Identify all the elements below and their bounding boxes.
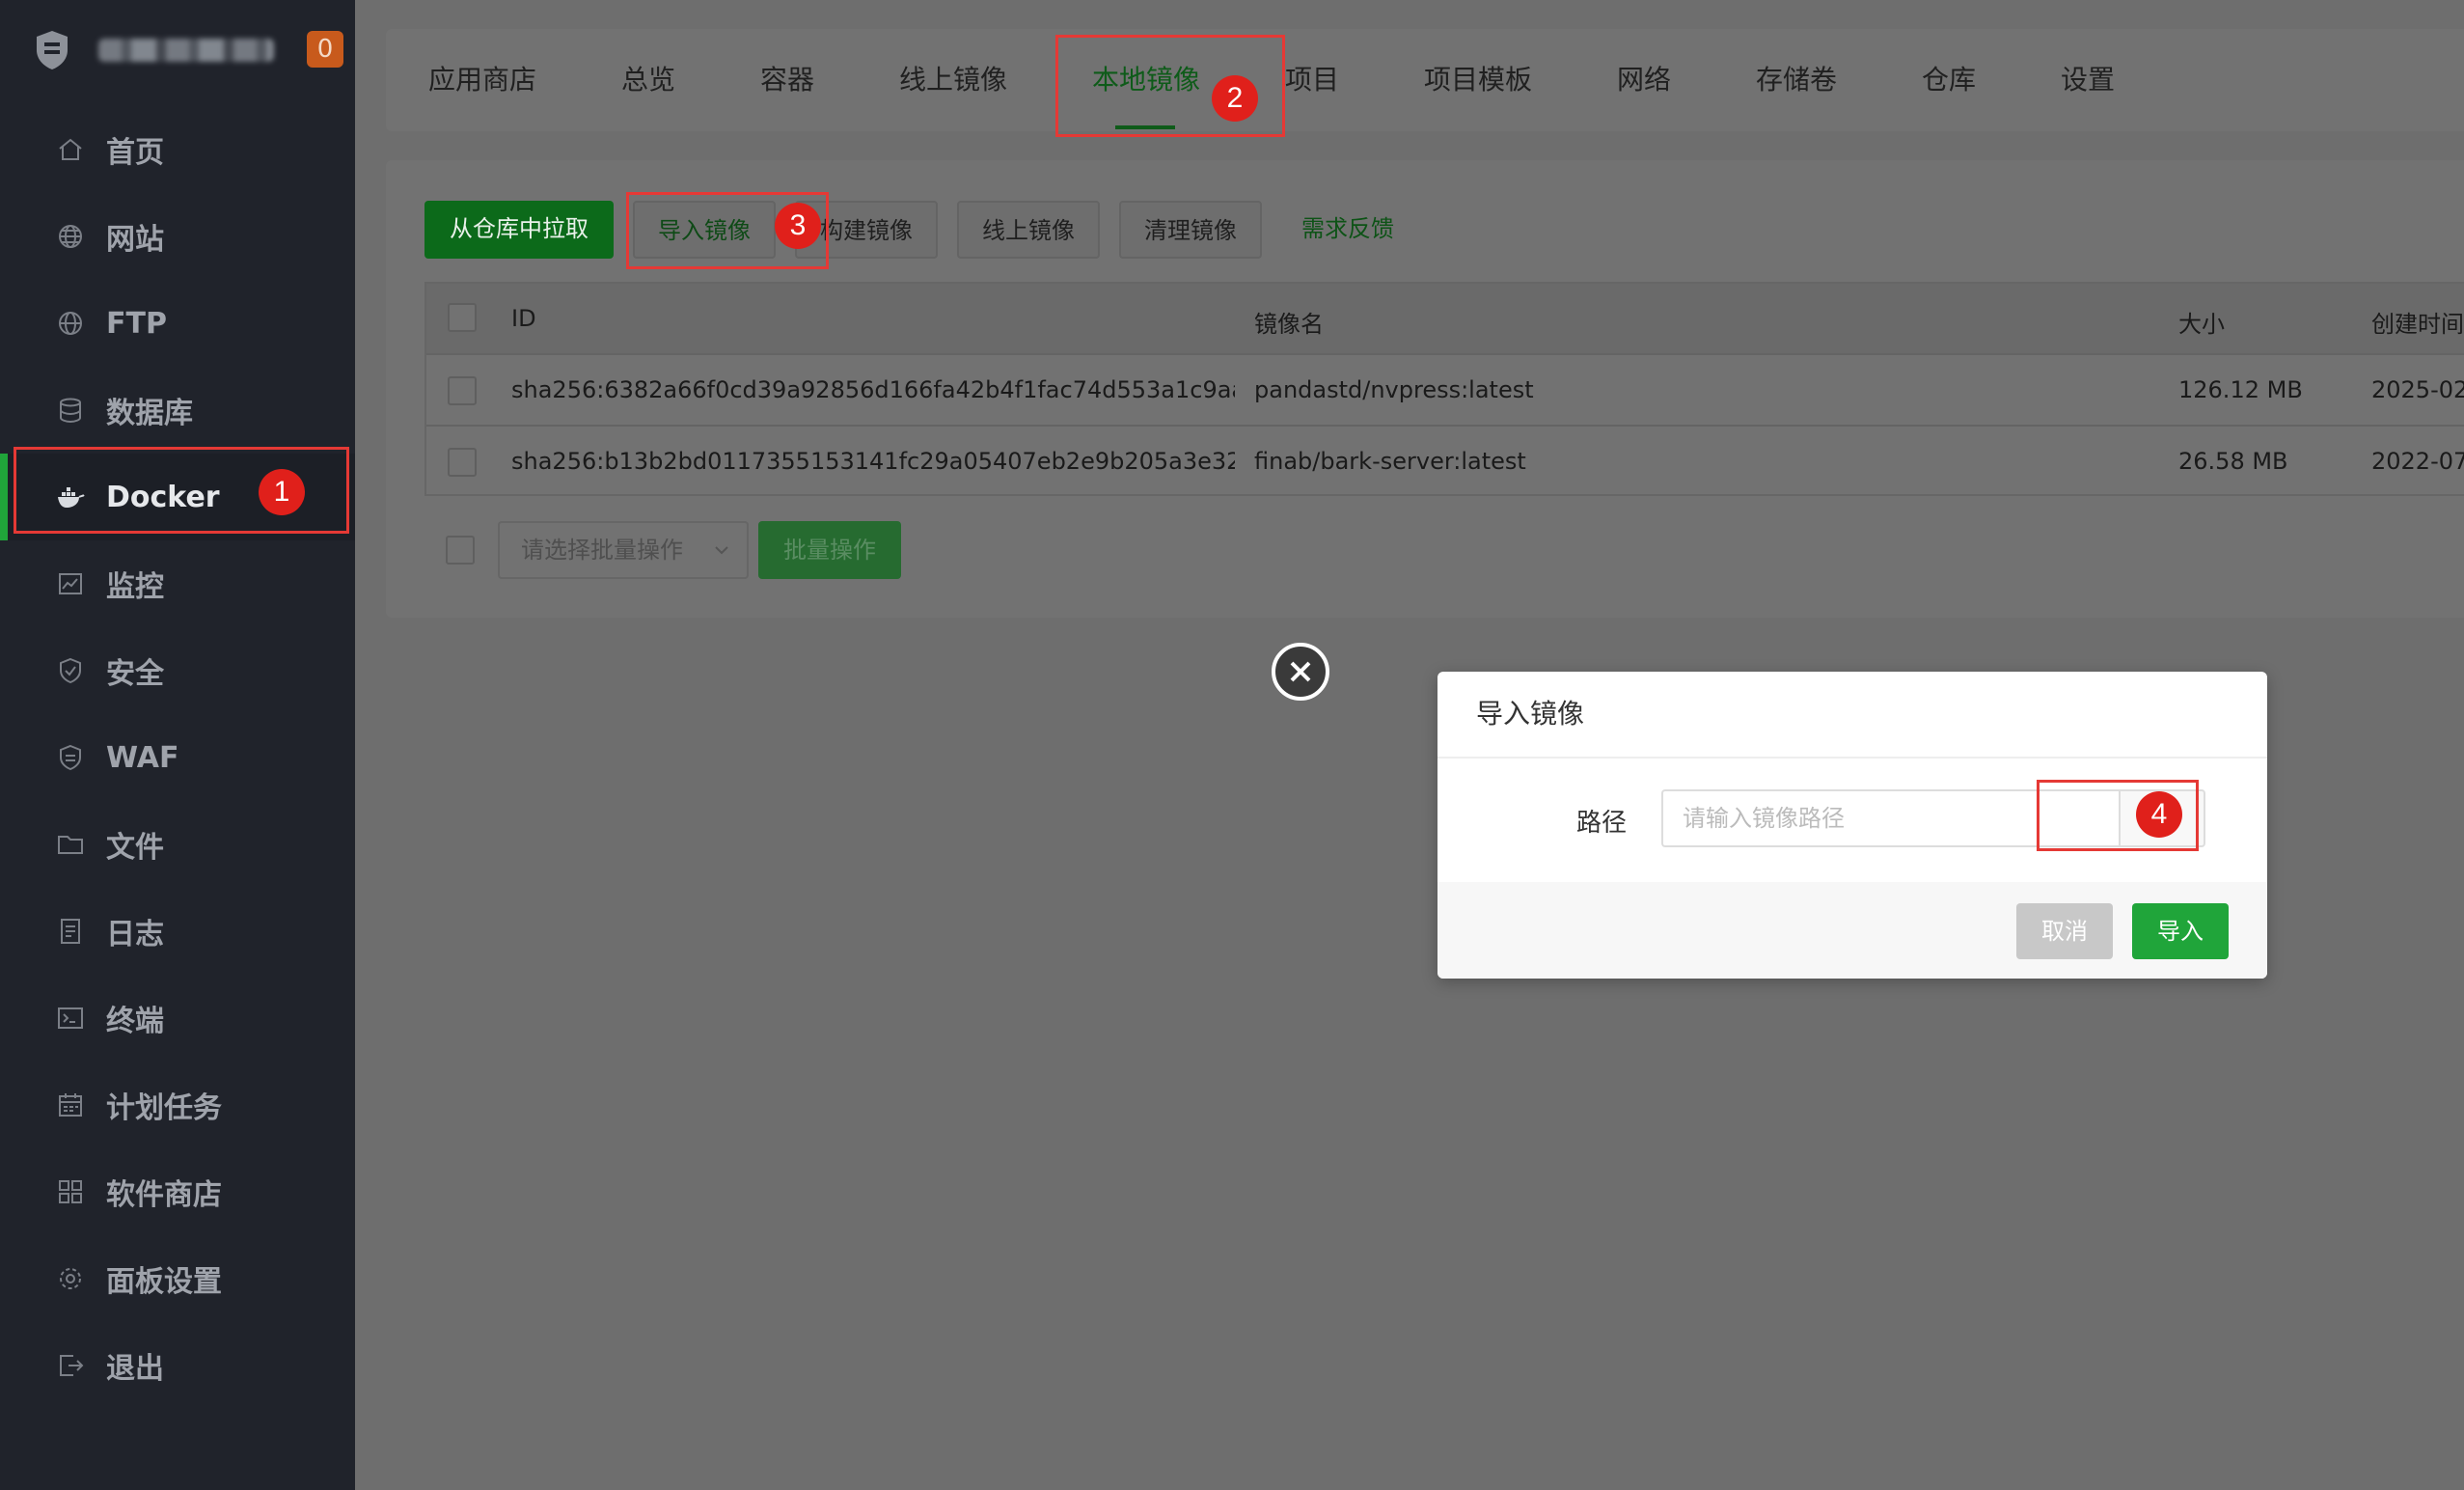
batch-select-checkbox[interactable] (446, 536, 475, 565)
import-image-dialog: 导入镜像 路径 4 取消 导入 (1437, 672, 2267, 979)
home-icon (59, 138, 82, 160)
globe-icon (59, 312, 82, 335)
database-icon (60, 398, 81, 424)
header-id: ID (511, 305, 536, 332)
logo-icon (37, 31, 68, 69)
annotation-marker-2: 2 (1212, 75, 1258, 122)
tab-networks[interactable]: 网络 (1617, 29, 1671, 131)
import-button[interactable]: 导入 (2132, 903, 2229, 959)
tab-registries[interactable]: 仓库 (1922, 29, 1976, 131)
tab-projects[interactable]: 项目 (1285, 29, 1339, 131)
sidebar-item-settings[interactable]: 面板设置 (0, 1235, 355, 1322)
images-table: ID 镜像名 大小 创建时间 sha256:6382a66f0cd39a9285… (424, 282, 2464, 496)
sidebar-item-label: WAF (106, 740, 179, 775)
dialog-title: 导入镜像 (1476, 698, 1585, 730)
sidebar-item-files[interactable]: 文件 (0, 801, 355, 888)
sidebar-item-label: 数据库 (106, 397, 193, 430)
panel-account-name (98, 39, 274, 62)
sidebar-item-logout[interactable]: 退出 (0, 1322, 355, 1409)
sidebar-item-database[interactable]: 数据库 (0, 367, 355, 454)
online-images-button[interactable]: 线上镜像 (957, 201, 1100, 259)
feedback-link[interactable]: 需求反馈 (1275, 201, 1420, 259)
sidebar-item-label: FTP (106, 306, 167, 341)
clean-images-button[interactable]: 清理镜像 (1119, 201, 1262, 259)
dialog-divider (1437, 757, 2267, 759)
logo-row: 0 (0, 0, 355, 100)
sidebar-nav: 首页 网站 FTP 数据库 Docker 监控 安全 WAF 文件 日志 终端 … (0, 106, 355, 1409)
image-created: 2022-07 (2371, 448, 2464, 475)
image-name: finab/bark-server:latest (1254, 448, 1526, 475)
sidebar-item-cron[interactable]: 计划任务 (0, 1062, 355, 1148)
tab-settings[interactable]: 设置 (2061, 29, 2115, 131)
sidebar-item-label: 安全 (106, 657, 164, 691)
annotation-marker-4: 4 (2136, 791, 2182, 838)
sidebar-item-label: 日志 (106, 918, 164, 952)
path-label: 路径 (1576, 809, 1628, 838)
row-checkbox[interactable] (448, 448, 477, 477)
pull-from-registry-button[interactable]: 从仓库中拉取 (424, 201, 614, 259)
tab-online-images[interactable]: 线上镜像 (899, 29, 1007, 131)
tab-volumes[interactable]: 存储卷 (1756, 29, 1837, 131)
sidebar-item-waf[interactable]: WAF (0, 714, 355, 801)
terminal-icon (58, 1007, 83, 1029)
sidebar-item-label: 终端 (106, 1005, 164, 1038)
sidebar-item-monitor[interactable]: 监控 (0, 540, 355, 627)
tab-project-templates[interactable]: 项目模板 (1424, 29, 1532, 131)
sidebar-item-label: 软件商店 (106, 1178, 222, 1212)
image-id: sha256:b13b2bd0117355153141fc29a05407eb2… (511, 448, 1235, 475)
select-all-checkbox[interactable] (448, 303, 477, 332)
chevron-down-icon (715, 546, 728, 555)
folder-icon (58, 836, 83, 854)
image-created: 2025-02 (2371, 376, 2464, 403)
sidebar-item-security[interactable]: 安全 (0, 627, 355, 714)
monitor-icon (59, 573, 82, 594)
notification-badge[interactable]: 0 (307, 31, 343, 68)
header-size: 大小 (2178, 311, 2225, 338)
sidebar: 0 首页 网站 FTP 数据库 Docker 监控 安全 WAF 文件 日志 终… (0, 0, 355, 1490)
header-created-time: 创建时间 (2371, 311, 2464, 338)
table-header: ID 镜像名 大小 创建时间 (426, 284, 2464, 353)
sidebar-item-website[interactable]: 网站 (0, 193, 355, 280)
sidebar-item-label: 网站 (106, 223, 164, 257)
tab-overview[interactable]: 总览 (621, 29, 675, 131)
table-row[interactable]: sha256:b13b2bd0117355153141fc29a05407eb2… (426, 425, 2464, 498)
sidebar-item-home[interactable]: 首页 (0, 106, 355, 193)
sidebar-item-label: 监控 (106, 570, 164, 604)
cancel-button[interactable]: 取消 (2016, 903, 2113, 959)
tab-containers[interactable]: 容器 (760, 29, 814, 131)
gear-icon (60, 1268, 81, 1289)
image-size: 26.58 MB (2178, 448, 2288, 475)
close-dialog-button[interactable] (1272, 643, 1329, 701)
close-icon (1290, 661, 1311, 682)
batch-operation-button[interactable]: 批量操作 (758, 521, 901, 579)
annotation-marker-1: 1 (259, 469, 305, 515)
tab-app-store[interactable]: 应用商店 (428, 29, 536, 131)
sidebar-item-ftp[interactable]: FTP (0, 280, 355, 367)
sidebar-item-label: 计划任务 (106, 1091, 222, 1125)
row-checkbox[interactable] (448, 376, 477, 405)
grid-icon (59, 1180, 82, 1203)
sidebar-item-label: 首页 (106, 136, 164, 170)
logout-icon (60, 1355, 84, 1376)
image-size: 126.12 MB (2178, 376, 2303, 403)
batch-operation-select[interactable]: 请选择批量操作 (498, 521, 749, 579)
sidebar-item-logs[interactable]: 日志 (0, 888, 355, 975)
image-name: pandastd/nvpress:latest (1254, 376, 1534, 403)
sidebar-item-terminal[interactable]: 终端 (0, 975, 355, 1062)
docker-tabs: 应用商店 总览 容器 线上镜像 本地镜像 项目 项目模板 网络 存储卷 仓库 设… (386, 29, 2464, 131)
globe-icon (59, 225, 82, 248)
log-icon (61, 919, 80, 944)
annotation-marker-3: 3 (775, 203, 821, 249)
sidebar-item-label: 退出 (106, 1352, 164, 1386)
image-id: sha256:6382a66f0cd39a92856d166fa42b4f1fa… (511, 376, 1235, 403)
sidebar-item-label: 面板设置 (106, 1265, 222, 1299)
sidebar-item-store[interactable]: 软件商店 (0, 1148, 355, 1235)
header-image-name: 镜像名 (1254, 311, 1324, 338)
sidebar-item-label: 文件 (106, 831, 164, 865)
table-row[interactable]: sha256:6382a66f0cd39a92856d166fa42b4f1fa… (426, 353, 2464, 427)
batch-select-placeholder: 请选择批量操作 (521, 537, 683, 564)
shield-icon (60, 657, 81, 684)
calendar-icon (59, 1093, 82, 1117)
shield-icon (60, 744, 81, 771)
